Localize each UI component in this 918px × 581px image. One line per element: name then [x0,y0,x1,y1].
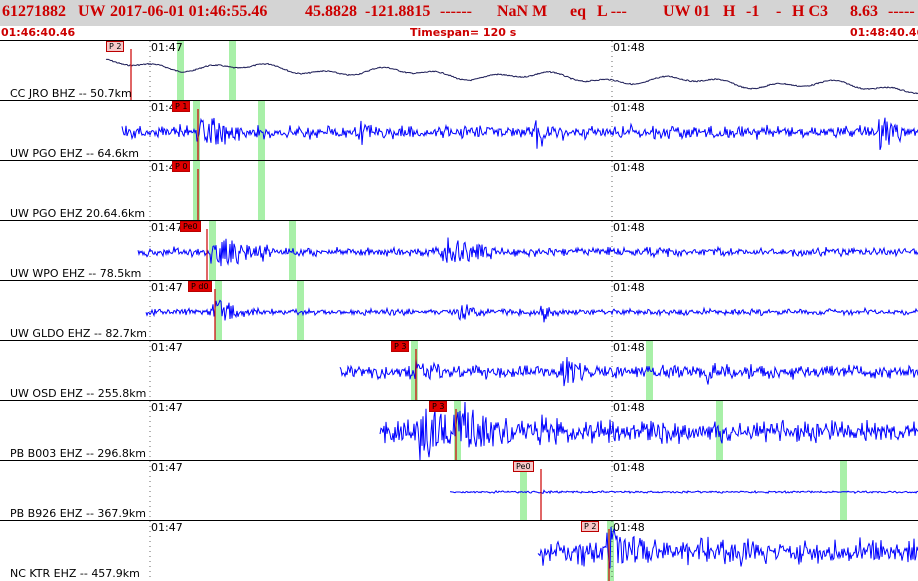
station-label: UW PGO EHZ 20.64.6km [10,207,146,220]
station-label: PB B003 EHZ -- 296.8km [10,447,146,460]
phase-pick-flag[interactable]: Pe0 [513,461,534,472]
tick-label-0147: 01:47 [151,521,183,534]
window-marker [193,161,200,221]
event-lat: 45.8828 [305,3,357,20]
start-time: 01:46:40.46 [1,26,76,39]
seismogram-panel[interactable]: 01:47 01:48 P 3 UW OSD EHZ -- 255.8km [0,340,918,401]
tick-label-0148: 01:48 [613,221,645,234]
seismogram-panel[interactable]: 01:47 01:48 Pe0 PB B926 EHZ -- 367.9km [0,460,918,521]
tick-label-0147: 01:47 [151,281,183,294]
station-label: CC JRO BHZ -- 50.7km [10,87,132,100]
phase-pick-flag[interactable]: P 3 [391,341,410,352]
event-h-val: -1 [746,3,760,20]
waveform-canvas [105,41,918,101]
event-tail: ----- [888,3,915,20]
phase-pick-flag[interactable]: P 1 [172,101,191,112]
seismogram-panel[interactable]: 01:47 01:48 P 1 UW PGO EHZ -- 64.6km [0,100,918,161]
event-lon: -121.8815 [365,3,431,20]
event-dash: - [776,3,782,20]
station-label: UW PGO EHZ -- 64.6km [10,147,140,160]
window-marker [297,281,304,341]
phase-pick-flag[interactable]: P d0 [188,281,212,292]
tick-label-0148: 01:48 [613,101,645,114]
tick-label-0147: 01:47 [151,461,183,474]
station-label: UW WPO EHZ -- 78.5km [10,267,142,280]
seismic-trace [145,299,918,323]
phase-pick-flag[interactable]: P 2 [581,521,600,532]
station-label: PB B926 EHZ -- 367.9km [10,507,146,520]
event-dashes: ------ [440,3,472,20]
event-network: UW [78,3,106,20]
tick-label-0147: 01:47 [151,341,183,354]
event-magnitude: NaN M [497,3,548,20]
end-time: 01:48:40.46 [850,26,918,39]
tick-label-0147: 01:47 [151,41,183,54]
seismic-trace [121,117,918,151]
window-marker [840,461,847,521]
timespan-label: Timespan= 120 s [410,26,517,39]
seismic-trace [339,356,918,387]
tick-label-0148: 01:48 [613,401,645,414]
seismogram-panel[interactable]: 01:47 01:48 P 3 PB B003 EHZ -- 296.8km [0,400,918,461]
station-label: UW GLDO EHZ -- 82.7km [10,327,147,340]
seismogram-panel[interactable]: 01:47 01:48 P d0 UW GLDO EHZ -- 82.7km [0,280,918,341]
tick-label-0148: 01:48 [613,41,645,54]
event-quality: H C3 [792,3,828,20]
event-h-flag: H [723,3,736,20]
event-type: eq [570,3,586,20]
tick-label-0148: 01:48 [613,281,645,294]
phase-pick-flag[interactable]: P 3 [429,401,448,412]
event-value: 8.63 [850,3,878,20]
time-bar: 01:46:40.46 Timespan= 120 s 01:48:40.46 [0,26,918,40]
station-label: NC KTR EHZ -- 457.9km [10,567,140,580]
station-label: UW OSD EHZ -- 255.8km [10,387,147,400]
event-level: L --- [597,3,627,20]
tick-label-0147: 01:47 [151,221,183,234]
tick-label-0148: 01:48 [613,461,645,474]
phase-pick-flag[interactable]: P 2 [106,41,125,52]
window-marker [411,341,418,401]
seismogram-panel[interactable]: 01:47 01:48 P 2 NC KTR EHZ -- 457.9km [0,520,918,581]
tick-label-0148: 01:48 [613,341,645,354]
seismogram-panel[interactable]: 01:47 01:48 Pe0 UW WPO EHZ -- 78.5km [0,220,918,281]
event-source: UW 01 [663,3,711,20]
seismic-trace [137,237,918,267]
window-marker [229,41,236,101]
tick-label-0147: 01:47 [151,401,183,414]
event-datetime: 2017-06-01 01:46:55.46 [110,3,268,20]
window-marker [215,281,222,341]
event-id: 61271882 [2,3,66,20]
seismogram-panel[interactable]: 01:47 01:48 P 2 CC JRO BHZ -- 50.7km [0,40,918,101]
phase-pick-flag[interactable]: Pe0 [180,221,201,232]
seismogram-panel[interactable]: 01:47 01:48 P 0 UW PGO EHZ 20.64.6km [0,160,918,221]
tick-label-0148: 01:48 [613,161,645,174]
seismic-trace [105,58,918,95]
event-header: 61271882 UW 2017-06-01 01:46:55.46 45.88… [0,0,918,26]
seismogram-panels: 01:47 01:48 P 2 CC JRO BHZ -- 50.7km 01:47 01… [0,40,918,581]
window-marker [258,161,265,221]
seismic-trace [537,526,918,569]
phase-pick-flag[interactable]: P 0 [172,161,191,172]
tick-label-0148: 01:48 [613,521,645,534]
